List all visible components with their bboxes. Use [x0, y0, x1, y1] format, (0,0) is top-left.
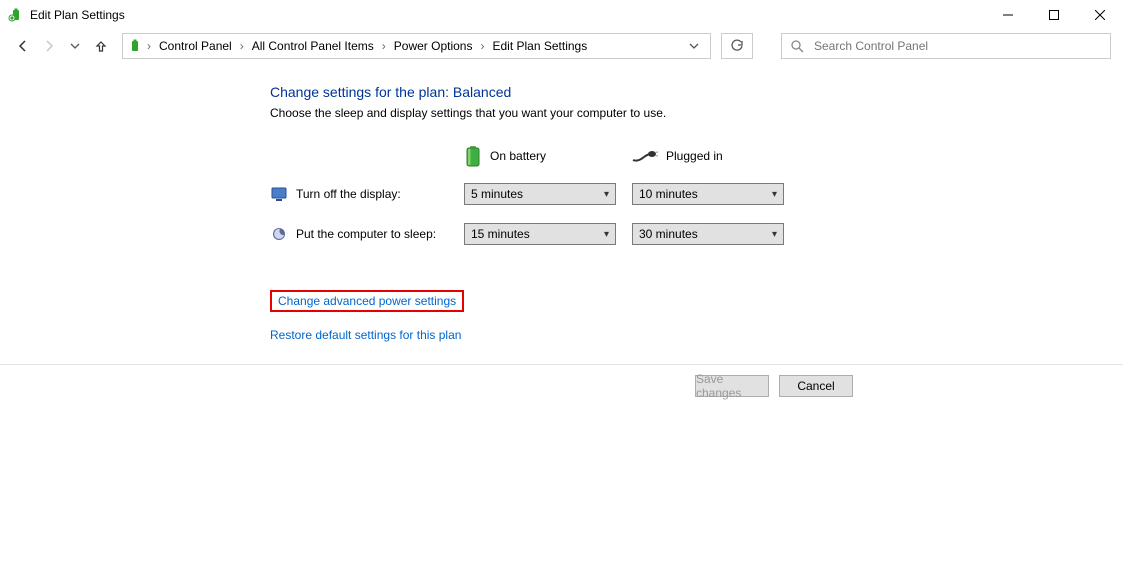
- row-sleep-label: Put the computer to sleep:: [270, 214, 448, 254]
- chevron-right-icon[interactable]: ›: [380, 39, 388, 53]
- search-input[interactable]: [812, 38, 1102, 54]
- chevron-down-icon: ▾: [772, 229, 777, 240]
- settings-grid: On battery Plugged in Turn off t: [270, 138, 1123, 254]
- display-plugged-dropdown[interactable]: 10 minutes ▾: [632, 183, 784, 205]
- display-icon: [270, 186, 288, 202]
- window-controls: [985, 0, 1123, 30]
- up-button[interactable]: [90, 34, 112, 58]
- page-heading: Change settings for the plan: Balanced: [270, 84, 1123, 100]
- power-plan-icon: [8, 7, 24, 23]
- sleep-plugged-dropdown[interactable]: 30 minutes ▾: [632, 223, 784, 245]
- chevron-down-icon: ▾: [772, 189, 777, 200]
- nav-row: ›Control Panel ›All Control Panel Items …: [0, 30, 1123, 62]
- chevron-right-icon[interactable]: ›: [478, 39, 486, 53]
- chevron-right-icon[interactable]: ›: [145, 39, 153, 53]
- row-sleep-text: Put the computer to sleep:: [296, 227, 436, 241]
- column-plugged-in: Plugged in: [632, 138, 784, 174]
- display-battery-dropdown[interactable]: 5 minutes ▾: [464, 183, 616, 205]
- plug-icon: [632, 148, 658, 164]
- advanced-power-settings-link[interactable]: Change advanced power settings: [278, 294, 456, 308]
- window-title: Edit Plan Settings: [30, 8, 125, 22]
- close-button[interactable]: [1077, 0, 1123, 30]
- cancel-button[interactable]: Cancel: [779, 375, 853, 397]
- dropdown-value: 5 minutes: [471, 187, 523, 201]
- chevron-right-icon[interactable]: ›: [238, 39, 246, 53]
- column-on-battery: On battery: [464, 138, 616, 174]
- maximize-button[interactable]: [1031, 0, 1077, 30]
- highlight-box: Change advanced power settings: [270, 290, 464, 312]
- save-changes-button[interactable]: Save changes: [695, 375, 769, 397]
- minimize-button[interactable]: [985, 0, 1031, 30]
- battery-icon: [464, 144, 482, 168]
- recent-locations-button[interactable]: [64, 34, 86, 58]
- search-box[interactable]: [781, 33, 1111, 59]
- address-bar[interactable]: ›Control Panel ›All Control Panel Items …: [122, 33, 711, 59]
- breadcrumb-item[interactable]: All Control Panel Items: [248, 39, 378, 53]
- column-label-battery: On battery: [490, 149, 546, 163]
- address-dropdown-button[interactable]: [682, 41, 706, 51]
- dropdown-value: 15 minutes: [471, 227, 530, 241]
- footer-buttons: Save changes Cancel: [0, 365, 1123, 397]
- row-display-label: Turn off the display:: [270, 174, 448, 214]
- row-display-text: Turn off the display:: [296, 187, 401, 201]
- chevron-down-icon: ▾: [604, 189, 609, 200]
- breadcrumb-item[interactable]: Edit Plan Settings: [488, 39, 591, 53]
- main-content: Change settings for the plan: Balanced C…: [0, 62, 1123, 342]
- dropdown-value: 30 minutes: [639, 227, 698, 241]
- chevron-down-icon: ▾: [604, 229, 609, 240]
- sleep-battery-dropdown[interactable]: 15 minutes ▾: [464, 223, 616, 245]
- titlebar: Edit Plan Settings: [0, 0, 1123, 30]
- back-button[interactable]: [12, 34, 34, 58]
- column-label-plugged: Plugged in: [666, 149, 723, 163]
- power-plan-icon: [127, 38, 143, 54]
- dropdown-value: 10 minutes: [639, 187, 698, 201]
- forward-button[interactable]: [38, 34, 60, 58]
- sleep-icon: [270, 226, 288, 242]
- page-subheading: Choose the sleep and display settings th…: [270, 106, 1123, 120]
- refresh-button[interactable]: [721, 33, 753, 59]
- breadcrumb-item[interactable]: Power Options: [390, 39, 477, 53]
- search-icon: [790, 39, 804, 53]
- restore-defaults-link[interactable]: Restore default settings for this plan: [270, 328, 461, 342]
- links-area: Change advanced power settings Restore d…: [270, 290, 1123, 342]
- breadcrumb: ›Control Panel ›All Control Panel Items …: [145, 39, 680, 53]
- breadcrumb-item[interactable]: Control Panel: [155, 39, 236, 53]
- app-title-area: Edit Plan Settings: [8, 7, 985, 23]
